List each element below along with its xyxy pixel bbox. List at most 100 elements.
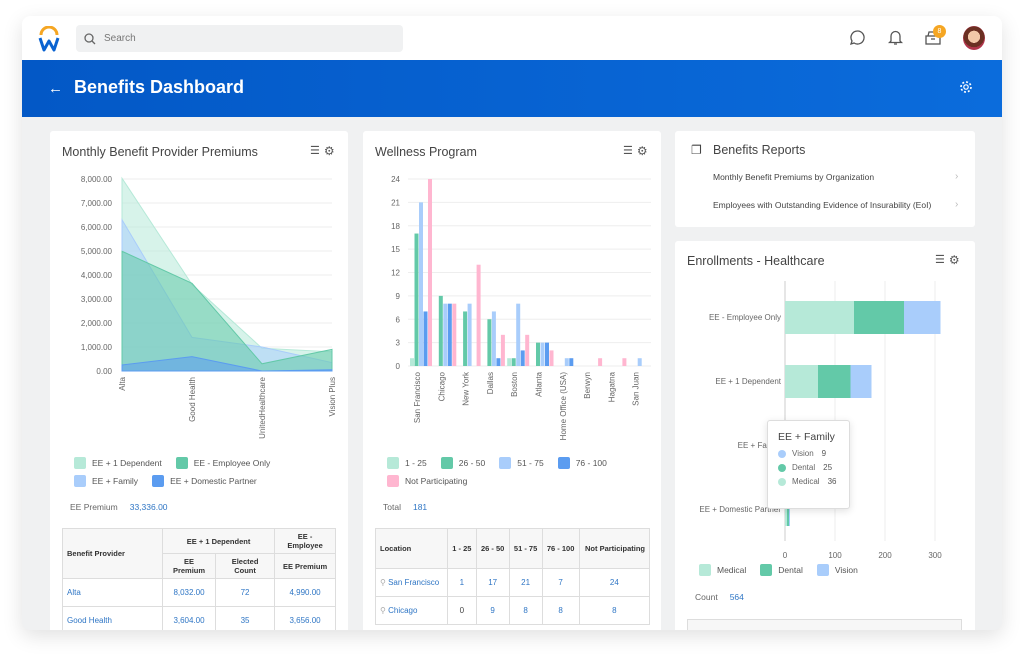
table-row: Alta 8,032.00 72 4,990.00 [62,578,336,607]
gear-icon[interactable] [959,80,973,94]
back-arrow-icon[interactable]: ← [48,80,63,97]
bar [496,358,501,366]
y-tick-label: 4,000.00 [81,271,113,280]
legend-item[interactable]: Dental [760,564,803,576]
x-tick-label: San Francisco [413,371,422,423]
bar [520,350,525,366]
card-title: Benefits Reports [713,143,806,157]
legend-item[interactable]: EE + 1 Dependent [74,457,162,469]
bar [507,358,512,366]
report-link[interactable]: Monthly Benefit Premiums by Organization [713,172,874,182]
legend-item[interactable]: Medical [699,564,746,576]
x-tick-label: Vision Plus [328,377,337,416]
x-tick-label: Hagatna [607,371,616,402]
bar [500,334,505,366]
top-bar: Search 8 [22,16,1002,60]
bar [414,233,419,366]
legend-item[interactable]: EE - Employee Only [175,457,270,469]
report-link[interactable]: Employees with Outstanding Evidence of I… [713,200,931,210]
legend-item[interactable]: 26 - 50 [440,457,485,469]
y-tick-label: 21 [391,198,400,207]
bar [438,295,443,366]
premium-metric: EE Premium 33,336.00 [70,502,168,512]
legend-item[interactable]: Vision [816,564,858,576]
x-tick-label: Alta [118,376,127,390]
chevron-right-icon: › [955,199,959,210]
y-tick-label: 9 [396,292,401,301]
y-tick-label: 1,000.00 [81,343,113,352]
y-tick-label: 8,000.00 [81,175,113,184]
y-tick-label: 3,000.00 [81,295,113,304]
y-tick-label: 24 [391,175,400,184]
bar [467,303,472,366]
provider-link[interactable]: Good Health [62,606,163,630]
bar-segment [785,301,854,334]
bell-icon[interactable] [888,29,903,46]
bar [452,303,457,366]
y-tick-label: 18 [391,222,400,231]
reports-card: ❐ Benefits Reports Monthly Benefit Premi… [675,131,975,227]
bar [536,342,540,366]
x-tick-label: Chicago [437,371,446,401]
wellness-metric: Total 181 [383,502,428,512]
bar [564,358,569,366]
premiums-table: Benefit Provider EE + 1 Dependent EE - Emp… [62,528,336,630]
filter-icon[interactable]: ☰ [935,253,945,267]
chat-icon[interactable] [849,29,866,46]
bar-segment [818,365,851,398]
workday-logo[interactable] [38,26,60,52]
x-tick-label: San Juan [632,372,641,406]
location-link[interactable]: ⚲ Chicago [375,596,448,625]
x-tick-label: Good Health [188,377,197,422]
search-input[interactable]: Search [76,25,403,52]
x-tick-label: 100 [828,551,842,560]
card-title: Enrollments - Healthcare [687,254,825,268]
wellness-total[interactable]: 181 [413,502,427,512]
wellness-card: Wellness Program ☰ ⚙ 0 3 6 9 12 15 18 21 24 San F… [363,131,661,630]
legend-item[interactable]: 51 - 75 [499,457,544,469]
wellness-chart: 0 3 6 9 12 15 18 21 24 San Francisco Chicago New Yo… [391,175,651,440]
search-placeholder: Search [104,33,136,44]
premiums-chart: 0.00 1,000.00 2,000.00 3,000.00 4,000.00 5,00… [81,175,337,439]
y-tick-label: EE - Employee Only [709,313,781,322]
bar [540,342,545,366]
settings-icon[interactable]: ⚙ [637,144,648,158]
y-tick-label: 3 [396,339,401,348]
location-link[interactable]: ⚲ San Francisco [375,568,448,597]
legend-item[interactable]: EE + Family [74,475,138,487]
enrollments-table [687,619,962,630]
provider-link[interactable]: Alta [62,578,163,607]
bar-segment [904,301,941,334]
y-tick-label: 6 [396,315,401,324]
premium-total[interactable]: 33,336.00 [130,502,168,512]
y-tick-label: 2,000.00 [81,319,113,328]
inbox-badge: 8 [933,25,946,38]
bar-segment [854,301,904,334]
x-tick-label: UnitedHealthcare [258,376,267,438]
search-icon [84,32,96,44]
premiums-legend: EE + 1 Dependent EE - Employee Only EE +… [74,457,344,487]
page-header: ← Benefits Dashboard [22,60,1002,117]
premiums-card: Monthly Benefit Provider Premiums ☰ ⚙ 0.… [50,131,348,630]
x-tick-label: New York [462,371,471,406]
enrollments-total[interactable]: 564 [730,592,744,602]
filter-icon[interactable]: ☰ [623,144,633,158]
x-tick-label: 200 [878,551,892,560]
y-tick-label: 7,000.00 [81,199,113,208]
legend-item[interactable]: EE + Domestic Partner [152,475,257,487]
y-tick-label: 0 [396,362,401,371]
legend-item[interactable]: Not Participating [387,475,467,487]
settings-icon[interactable]: ⚙ [949,253,960,267]
legend-item[interactable]: 76 - 100 [557,457,607,469]
legend-item[interactable]: 1 - 25 [387,457,427,469]
bar [549,350,554,366]
filter-icon[interactable]: ☰ [310,144,320,158]
y-tick-label: 5,000.00 [81,247,113,256]
bar [516,303,521,366]
x-tick-label: Boston [510,372,519,397]
avatar[interactable] [963,26,985,50]
settings-icon[interactable]: ⚙ [324,144,335,158]
bar-segment [850,365,872,398]
card-title: Monthly Benefit Provider Premiums [62,145,258,159]
bar [419,202,423,366]
